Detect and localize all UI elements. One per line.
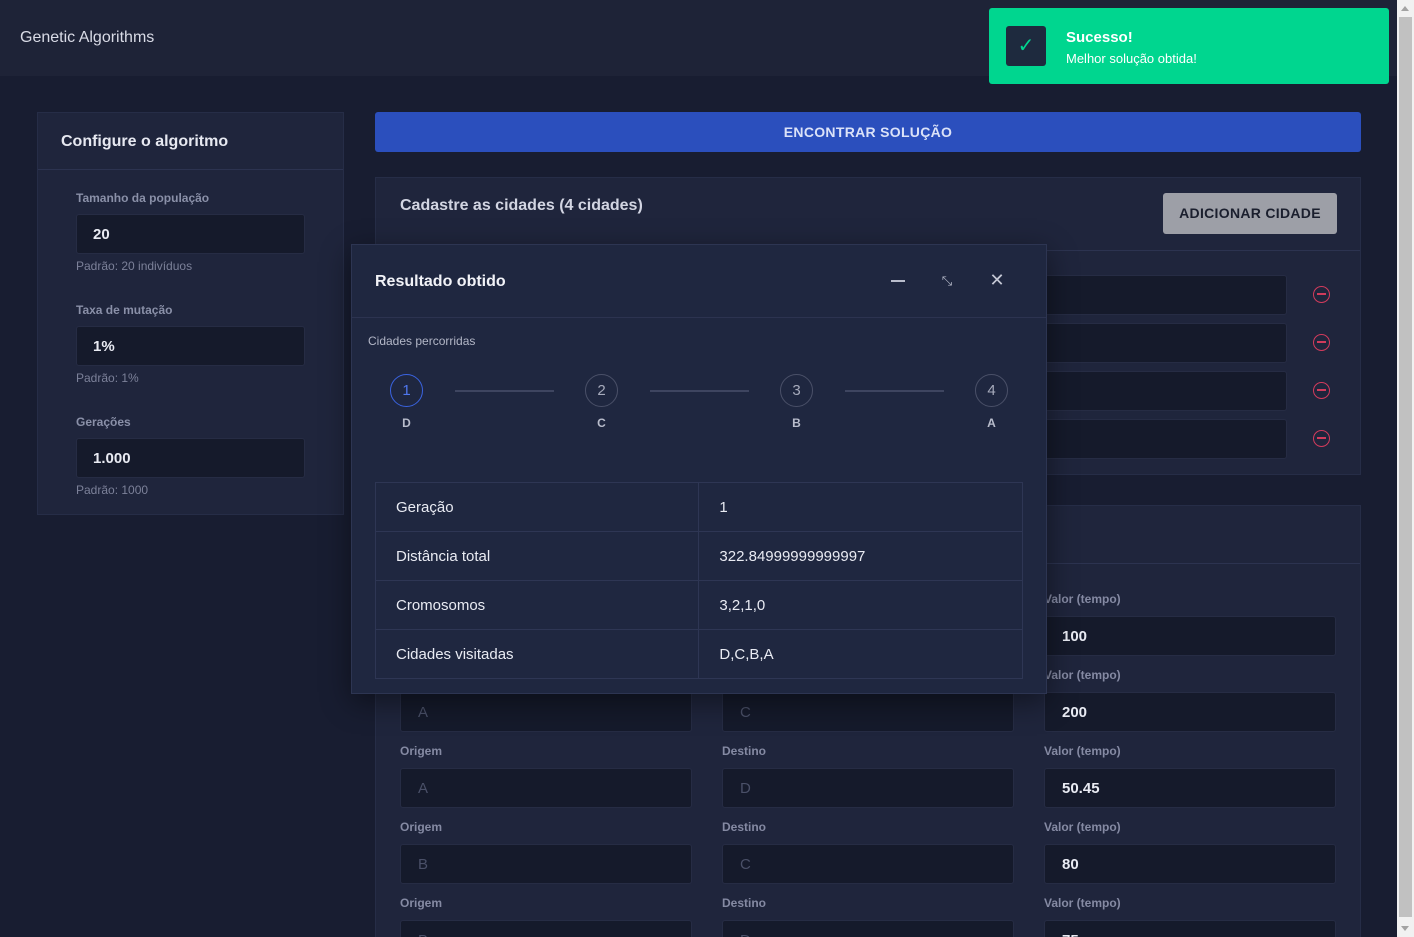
route-destination-input[interactable]: C [722,844,1014,884]
find-solution-button[interactable]: ENCONTRAR SOLUÇÃO [375,112,1361,152]
city-input[interactable] [1016,323,1287,363]
route-value-input[interactable]: 200 [1044,692,1336,732]
route-value-input[interactable]: 100 [1044,616,1336,656]
scroll-down-icon[interactable] [1401,926,1409,931]
step-2: 2 [585,374,618,407]
route-destination-input[interactable]: D [722,920,1014,937]
table-row: Distância total 322.84999999999997 [374,531,1023,581]
population-label: Tamanho da população [76,191,210,205]
route-value-input[interactable]: 50.45 [1044,768,1336,808]
minimize-icon[interactable] [891,280,905,282]
destination-label: Destino [722,820,767,834]
result-value: 1 [698,482,1023,532]
result-table: Geração 1 Distância total 322.8499999999… [374,482,1023,679]
remove-city-icon[interactable] [1313,430,1330,447]
step-city-label: C [597,416,606,430]
mutation-hint: Padrão: 1% [76,371,139,385]
config-title: Configure o algoritmo [61,133,229,150]
check-icon: ✓ [1006,26,1046,66]
step-city-label: B [792,416,801,430]
close-icon[interactable]: ✕ [989,270,1005,290]
route-origin-input[interactable]: B [400,844,692,884]
collapse-icon[interactable]: ⤡ [939,273,955,289]
destination-label: Destino [722,896,767,910]
remove-city-icon[interactable] [1313,286,1330,303]
route-value-input[interactable]: 75 [1044,920,1336,937]
generations-input[interactable]: 1.000 [76,438,305,478]
divider [352,317,1046,318]
value-label: Valor (tempo) [1044,592,1121,606]
route-destination-input[interactable]: D [722,768,1014,808]
config-panel: Configure o algoritmo Tamanho da populaç… [37,112,344,515]
table-row: Geração 1 [374,482,1023,532]
step-connector [845,390,944,392]
result-value: D,C,B,A [698,629,1023,679]
value-label: Valor (tempo) [1044,820,1121,834]
origin-label: Origem [400,744,443,758]
table-row: Cidades visitadas D,C,B,A [374,629,1023,679]
origin-label: Origem [400,896,443,910]
city-input[interactable] [1016,275,1287,315]
route-origin-input[interactable]: A [400,768,692,808]
scrollbar-thumb[interactable] [1399,17,1412,917]
step-connector [650,390,749,392]
result-key: Distância total [374,531,700,581]
population-input[interactable]: 20 [76,214,305,254]
modal-title: Resultado obtido [375,273,506,290]
step-city-label: D [402,416,411,430]
result-value: 322.84999999999997 [698,531,1023,581]
route-value-input[interactable]: 80 [1044,844,1336,884]
result-value: 3,2,1,0 [698,580,1023,630]
city-input[interactable] [1016,371,1287,411]
mutation-label: Taxa de mutação [76,303,173,317]
remove-city-icon[interactable] [1313,382,1330,399]
origin-label: Origem [400,820,443,834]
result-key: Cidades visitadas [374,629,700,679]
route-origin-input[interactable]: B [400,920,692,937]
scroll-up-icon[interactable] [1401,6,1409,11]
toast-message: Melhor solução obtida! [1066,51,1197,66]
result-key: Geração [374,482,700,532]
step-4: 4 [975,374,1008,407]
generations-hint: Padrão: 1000 [76,483,149,497]
population-hint: Padrão: 20 indivíduos [76,259,193,273]
path-label: Cidades percorridas [368,334,476,348]
destination-label: Destino [722,744,767,758]
result-modal: Resultado obtido ⤡ ✕ Cidades percorridas… [351,244,1047,694]
remove-city-icon[interactable] [1313,334,1330,351]
divider [38,169,343,170]
scrollbar[interactable] [1397,0,1414,937]
step-1: 1 [390,374,423,407]
cities-title: Cadastre as cidades (4 cidades) [400,197,643,214]
step-city-label: A [987,416,996,430]
value-label: Valor (tempo) [1044,668,1121,682]
mutation-input[interactable]: 1% [76,326,305,366]
app-title: Genetic Algorithms [20,29,155,46]
add-city-button[interactable]: ADICIONAR CIDADE [1163,193,1337,234]
step-connector [455,390,554,392]
city-input[interactable] [1016,419,1287,459]
value-label: Valor (tempo) [1044,744,1121,758]
table-row: Cromosomos 3,2,1,0 [374,580,1023,630]
value-label: Valor (tempo) [1044,896,1121,910]
route-origin-input[interactable]: A [400,692,692,732]
result-key: Cromosomos [374,580,700,630]
toast-title: Sucesso! [1066,29,1133,46]
success-toast[interactable]: ✓ Sucesso! Melhor solução obtida! [989,8,1389,84]
generations-label: Gerações [76,415,131,429]
route-destination-input[interactable]: C [722,692,1014,732]
step-3: 3 [780,374,813,407]
